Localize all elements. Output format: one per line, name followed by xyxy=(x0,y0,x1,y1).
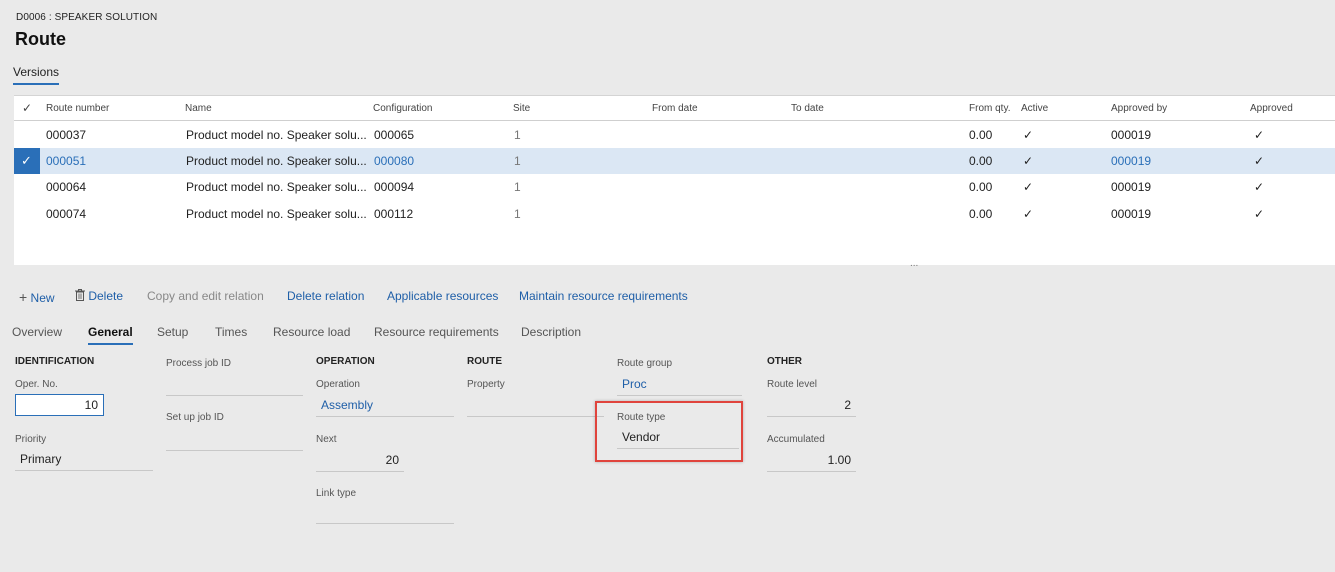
delete-relation-button[interactable]: Delete relation xyxy=(287,289,364,303)
link-type-field[interactable] xyxy=(316,523,454,524)
table-row-selected[interactable]: ✓ 000051 Product model no. Speaker solu.… xyxy=(14,148,1335,174)
link-type-label: Link type xyxy=(316,488,357,499)
active-check-icon: ✓ xyxy=(1023,128,1034,142)
tab-resource-load[interactable]: Resource load xyxy=(273,325,350,339)
approved-check-icon: ✓ xyxy=(1254,207,1265,221)
approved-check-icon: ✓ xyxy=(1254,154,1265,168)
tab-times[interactable]: Times xyxy=(215,325,247,339)
operation-heading: OPERATION xyxy=(316,356,375,367)
route-type-highlight xyxy=(595,401,743,462)
operation-label: Operation xyxy=(316,379,360,390)
page-title: Route xyxy=(15,29,66,49)
plus-icon: + xyxy=(19,289,28,305)
col-configuration[interactable]: Configuration xyxy=(373,103,432,114)
table-row[interactable]: 000037 Product model no. Speaker solu...… xyxy=(14,122,1335,148)
route-heading: ROUTE xyxy=(467,356,502,367)
trash-icon xyxy=(75,289,85,301)
setup-job-id-field[interactable] xyxy=(166,450,303,451)
property-field[interactable] xyxy=(467,416,604,417)
col-from-qty[interactable]: From qty. xyxy=(969,103,1010,114)
tab-setup[interactable]: Setup xyxy=(157,325,188,339)
other-heading: OTHER xyxy=(767,356,802,367)
new-button[interactable]: + New xyxy=(19,289,55,305)
active-check-icon: ✓ xyxy=(1023,207,1034,221)
tab-overview[interactable]: Overview xyxy=(12,325,62,339)
process-job-id-field[interactable] xyxy=(166,395,303,396)
grid-header: ✓ Route number Name Configuration Site F… xyxy=(14,96,1335,121)
priority-label: Priority xyxy=(15,434,47,445)
approved-check-icon: ✓ xyxy=(1254,128,1265,142)
route-level-label: Route level xyxy=(767,379,818,390)
operation-field[interactable]: Assembly xyxy=(316,395,454,417)
tab-resource-requirements[interactable]: Resource requirements xyxy=(374,325,499,339)
select-all-check-icon[interactable]: ✓ xyxy=(22,101,32,115)
check-icon: ✓ xyxy=(21,153,32,168)
col-to-date[interactable]: To date xyxy=(791,103,824,114)
table-row[interactable]: 000064 Product model no. Speaker solu...… xyxy=(14,174,1335,200)
route-group-label: Route group xyxy=(617,358,673,369)
col-approved[interactable]: Approved xyxy=(1250,103,1293,114)
grid-resize-handle[interactable]: ... xyxy=(910,258,918,269)
process-job-id-label: Process job ID xyxy=(166,358,232,369)
applicable-resources-button[interactable]: Applicable resources xyxy=(387,289,498,303)
accumulated-field[interactable]: 1.00 xyxy=(767,450,856,472)
col-from-date[interactable]: From date xyxy=(652,103,698,114)
maintain-resource-requirements-button[interactable]: Maintain resource requirements xyxy=(519,289,688,303)
next-field[interactable]: 20 xyxy=(316,450,404,472)
oper-no-field[interactable]: 10 xyxy=(15,394,104,416)
approved-check-icon: ✓ xyxy=(1254,180,1265,194)
tab-versions[interactable]: Versions xyxy=(13,65,60,85)
identification-heading: IDENTIFICATION xyxy=(15,356,95,367)
setup-job-id-label: Set up job ID xyxy=(166,412,224,423)
col-active[interactable]: Active xyxy=(1021,103,1048,114)
table-row[interactable]: 000074 Product model no. Speaker solu...… xyxy=(14,201,1335,227)
col-approved-by[interactable]: Approved by xyxy=(1111,103,1167,114)
versions-grid: ✓ Route number Name Configuration Site F… xyxy=(14,95,1335,265)
route-level-field[interactable]: 2 xyxy=(767,395,856,417)
priority-field[interactable]: Primary xyxy=(15,449,153,471)
property-label: Property xyxy=(467,379,505,390)
col-site[interactable]: Site xyxy=(513,103,530,114)
active-check-icon: ✓ xyxy=(1023,180,1034,194)
col-name[interactable]: Name xyxy=(185,103,212,114)
col-route-number[interactable]: Route number xyxy=(46,103,109,114)
breadcrumb: D0006 : SPEAKER SOLUTION xyxy=(16,12,158,23)
tab-description[interactable]: Description xyxy=(521,325,581,339)
accumulated-label: Accumulated xyxy=(767,434,825,445)
next-label: Next xyxy=(316,434,337,445)
route-group-field[interactable]: Proc xyxy=(617,374,742,396)
tab-general[interactable]: General xyxy=(88,325,133,345)
copy-and-edit-relation-button[interactable]: Copy and edit relation xyxy=(147,289,264,303)
row-selected-checkbox[interactable]: ✓ xyxy=(14,148,40,174)
active-check-icon: ✓ xyxy=(1023,154,1034,168)
oper-no-label: Oper. No. xyxy=(15,379,58,390)
delete-button[interactable]: Delete xyxy=(75,289,123,303)
